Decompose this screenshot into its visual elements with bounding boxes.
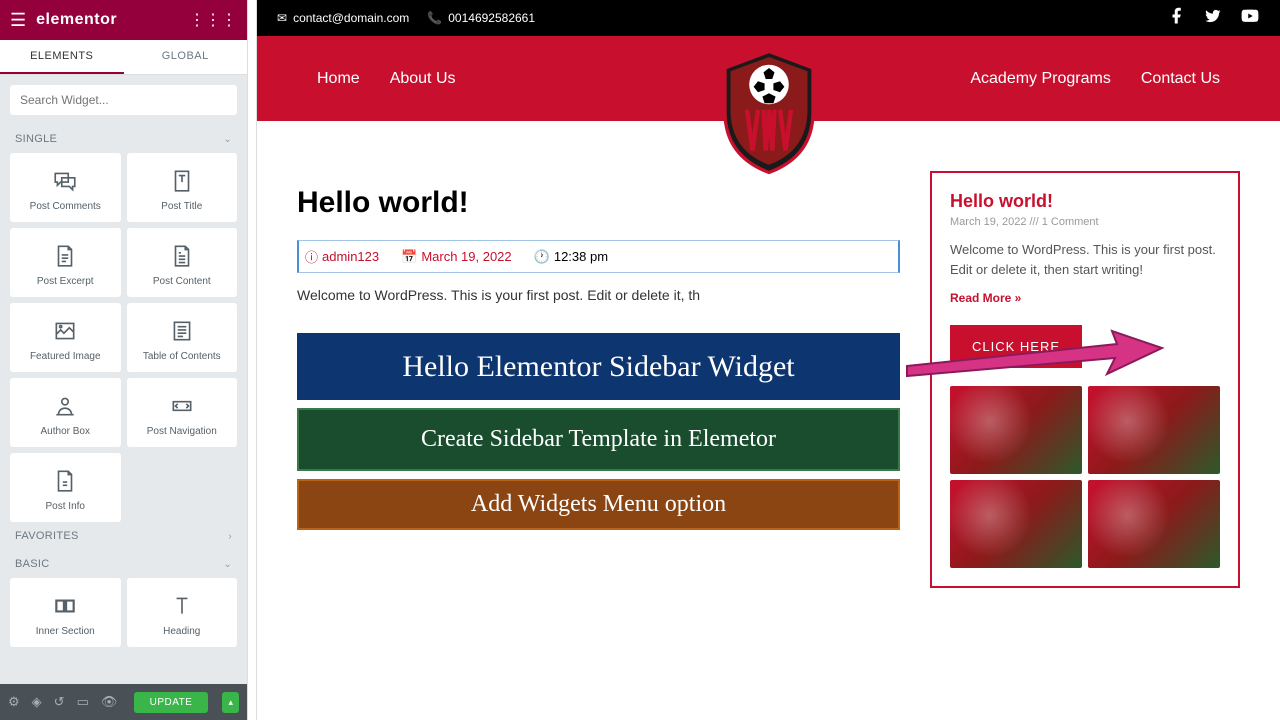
post-meta[interactable]: ⓘ admin123 📅 March 19, 2022 🕐 12:38 pm <box>297 240 900 273</box>
widget-inner-section[interactable]: Inner Section <box>10 578 121 647</box>
content-icon <box>132 242 233 270</box>
widgets-basic-grid: Inner Section Heading <box>0 578 247 647</box>
panel-footer: ⚙ ◈ ↺ ▭ 👁 UPDATE ▴ <box>0 684 247 720</box>
panel-header: ☰ elementor ⋮⋮⋮ <box>0 0 247 40</box>
site-topbar: ✉ contact@domain.com 📞 0014692582661 <box>257 0 1280 36</box>
title-icon <box>132 167 233 195</box>
sidebar-gallery <box>950 386 1220 568</box>
banner-subtitle-2: Add Widgets Menu option <box>297 479 900 530</box>
sidebar-post-meta: March 19, 2022 /// 1 Comment <box>950 216 1220 228</box>
widget-author-box[interactable]: Author Box <box>10 378 121 447</box>
gallery-image[interactable] <box>1088 480 1220 568</box>
grid-icon[interactable]: ⋮⋮⋮ <box>189 10 237 30</box>
nav-contact[interactable]: Contact Us <box>1141 70 1220 88</box>
chevron-down-icon: ⌄ <box>223 559 232 570</box>
heading-icon <box>132 592 233 620</box>
excerpt-icon <box>15 242 116 270</box>
info-icon <box>15 467 116 495</box>
gallery-image[interactable] <box>1088 386 1220 474</box>
preview-icon[interactable]: 👁 <box>101 694 118 710</box>
elementor-panel: ☰ elementor ⋮⋮⋮ ELEMENTS GLOBAL SINGLE ⌄… <box>0 0 247 720</box>
toc-icon <box>132 317 233 345</box>
facebook-icon[interactable] <box>1168 7 1186 30</box>
click-here-button[interactable]: CLICK HERE <box>950 325 1082 368</box>
widget-featured-image[interactable]: Featured Image <box>10 303 121 372</box>
site-navbar: Home About Us Academy Programs Contact U… <box>257 36 1280 121</box>
section-icon <box>15 592 116 620</box>
gallery-image[interactable] <box>950 480 1082 568</box>
nav-home[interactable]: Home <box>317 70 360 88</box>
widget-post-content[interactable]: Post Content <box>127 228 238 297</box>
post-author[interactable]: ⓘ admin123 <box>299 247 379 266</box>
panel-tabs: ELEMENTS GLOBAL <box>0 40 247 75</box>
search-input[interactable] <box>10 85 237 115</box>
post-title: Hello world! <box>297 186 900 220</box>
read-more-link[interactable]: Read More » <box>950 291 1220 305</box>
widgets-single-grid: Post Comments Post Title Post Excerpt Po… <box>0 153 247 522</box>
update-button[interactable]: UPDATE <box>134 692 209 713</box>
tab-global[interactable]: GLOBAL <box>124 40 248 74</box>
sidebar-post-title[interactable]: Hello world! <box>950 191 1220 212</box>
navigation-icon <box>132 392 233 420</box>
overlay-banners: Hello Elementor Sidebar Widget Create Si… <box>297 333 900 530</box>
post-body: Welcome to WordPress. This is your first… <box>297 287 900 303</box>
nav-programs[interactable]: Academy Programs <box>970 70 1111 88</box>
widget-post-comments[interactable]: Post Comments <box>10 153 121 222</box>
banner-title: Hello Elementor Sidebar Widget <box>297 333 900 400</box>
contact-email[interactable]: ✉ contact@domain.com <box>277 11 409 25</box>
preview-canvas: ✉ contact@domain.com 📞 0014692582661 Hom… <box>257 0 1280 720</box>
image-icon <box>15 317 116 345</box>
nav-about[interactable]: About Us <box>390 70 456 88</box>
panel-resize-handle[interactable] <box>247 0 257 720</box>
gallery-image[interactable] <box>950 386 1082 474</box>
content-area: Hello world! ⓘ admin123 📅 March 19, 2022… <box>257 121 1280 618</box>
update-caret-icon[interactable]: ▴ <box>222 692 239 713</box>
widget-post-navigation[interactable]: Post Navigation <box>127 378 238 447</box>
post-time: 🕐 12:38 pm <box>528 247 608 266</box>
widget-post-title[interactable]: Post Title <box>127 153 238 222</box>
main-column: Hello world! ⓘ admin123 📅 March 19, 2022… <box>297 151 900 588</box>
tab-elements[interactable]: ELEMENTS <box>0 40 124 74</box>
settings-icon[interactable]: ⚙ <box>8 694 20 710</box>
menu-icon[interactable]: ☰ <box>10 10 26 31</box>
widget-post-info[interactable]: Post Info <box>10 453 121 522</box>
post-date[interactable]: 📅 March 19, 2022 <box>395 247 512 266</box>
twitter-icon[interactable] <box>1204 7 1222 30</box>
chevron-right-icon: › <box>228 531 232 542</box>
navigator-icon[interactable]: ◈ <box>32 694 42 710</box>
widget-table-of-contents[interactable]: Table of Contents <box>127 303 238 372</box>
widget-heading[interactable]: Heading <box>127 578 238 647</box>
section-single[interactable]: SINGLE ⌄ <box>0 125 247 153</box>
comments-icon <box>15 167 116 195</box>
banner-subtitle-1: Create Sidebar Template in Elemetor <box>297 408 900 471</box>
responsive-icon[interactable]: ▭ <box>77 694 89 710</box>
history-icon[interactable]: ↺ <box>54 694 65 710</box>
sidebar-post-excerpt: Welcome to WordPress. This is your first… <box>950 240 1220 279</box>
sidebar-widget[interactable]: Hello world! March 19, 2022 /// 1 Commen… <box>930 171 1240 588</box>
author-icon <box>15 392 116 420</box>
elementor-logo: elementor <box>36 11 117 29</box>
youtube-icon[interactable] <box>1240 7 1260 30</box>
widget-post-excerpt[interactable]: Post Excerpt <box>10 228 121 297</box>
section-favorites[interactable]: FAVORITES › <box>0 522 247 550</box>
contact-phone[interactable]: 📞 0014692582661 <box>427 11 535 25</box>
section-basic[interactable]: BASIC ⌄ <box>0 550 247 578</box>
chevron-down-icon: ⌄ <box>223 134 232 145</box>
